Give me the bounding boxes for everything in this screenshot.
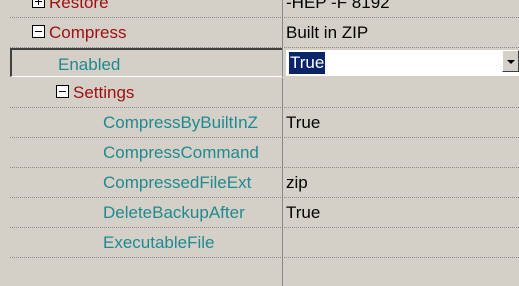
row-value[interactable]: True [286, 198, 519, 227]
row-compress-by-builtin[interactable]: CompressByBuiltInZ True [10, 108, 519, 138]
row-value[interactable]: zip [286, 168, 519, 197]
row-enabled-label-cell[interactable]: Enabled [10, 48, 282, 77]
value-dropdown[interactable]: True [286, 50, 519, 76]
row-compress-label-cell[interactable]: Compress [10, 18, 282, 47]
row-restore[interactable]: Restore -HEP -F 8192 [10, 0, 519, 18]
column-divider[interactable] [282, 78, 283, 107]
column-divider[interactable] [282, 0, 283, 17]
column-divider[interactable] [282, 108, 283, 137]
row-enabled[interactable]: Enabled True [10, 48, 519, 78]
expand-icon[interactable] [32, 0, 45, 9]
column-divider[interactable] [282, 258, 283, 286]
row-label: ExecutableFile [103, 233, 215, 252]
row-label: Compress [49, 23, 127, 42]
row-settings[interactable]: Settings [10, 78, 519, 108]
chevron-down-icon[interactable] [502, 50, 519, 72]
property-grid: Restore -HEP -F 8192 Compress Built in Z… [0, 0, 519, 286]
row-delete-backup-after[interactable]: DeleteBackupAfter True [10, 198, 519, 228]
row-compress-command[interactable]: CompressCommand [10, 138, 519, 168]
row-label: DeleteBackupAfter [103, 203, 245, 222]
row-compress-command-label-cell[interactable]: CompressCommand [10, 138, 282, 167]
row-executable-file[interactable]: ExecutableFile [10, 228, 519, 258]
dropdown-selected-value[interactable]: True [289, 52, 326, 74]
row-executable-file-label-cell[interactable]: ExecutableFile [10, 228, 282, 257]
row-delete-backup-after-label-cell[interactable]: DeleteBackupAfter [10, 198, 282, 227]
row-value[interactable]: -HEP -F 8192 [286, 0, 519, 17]
row-compressed-file-ext[interactable]: CompressedFileExt zip [10, 168, 519, 198]
column-divider[interactable] [282, 198, 283, 227]
row-label: CompressByBuiltInZ [103, 113, 258, 132]
row-label: Settings [73, 83, 135, 102]
column-divider[interactable] [282, 168, 283, 197]
row-restore-label-cell[interactable]: Restore [10, 0, 282, 17]
column-divider[interactable] [282, 48, 283, 77]
row-value[interactable]: Built in ZIP [286, 18, 519, 47]
column-divider[interactable] [282, 138, 283, 167]
row-empty [10, 258, 519, 286]
collapse-icon[interactable] [32, 25, 45, 39]
row-label: CompressedFileExt [103, 173, 252, 192]
row-label: Restore [49, 0, 109, 12]
column-divider[interactable] [282, 228, 283, 257]
collapse-icon[interactable] [56, 85, 69, 99]
row-settings-label-cell[interactable]: Settings [10, 78, 282, 107]
row-compress[interactable]: Compress Built in ZIP [10, 18, 519, 48]
row-value[interactable]: True [286, 108, 519, 137]
grid-gutter [0, 0, 10, 286]
row-compress-by-builtin-label-cell[interactable]: CompressByBuiltInZ [10, 108, 282, 137]
column-divider[interactable] [282, 18, 283, 47]
row-value[interactable] [286, 138, 519, 167]
row-label: Enabled [58, 55, 121, 74]
row-compressed-file-ext-label-cell[interactable]: CompressedFileExt [10, 168, 282, 197]
row-label: CompressCommand [103, 143, 259, 162]
row-value[interactable] [286, 228, 519, 257]
row-value[interactable] [286, 78, 519, 107]
